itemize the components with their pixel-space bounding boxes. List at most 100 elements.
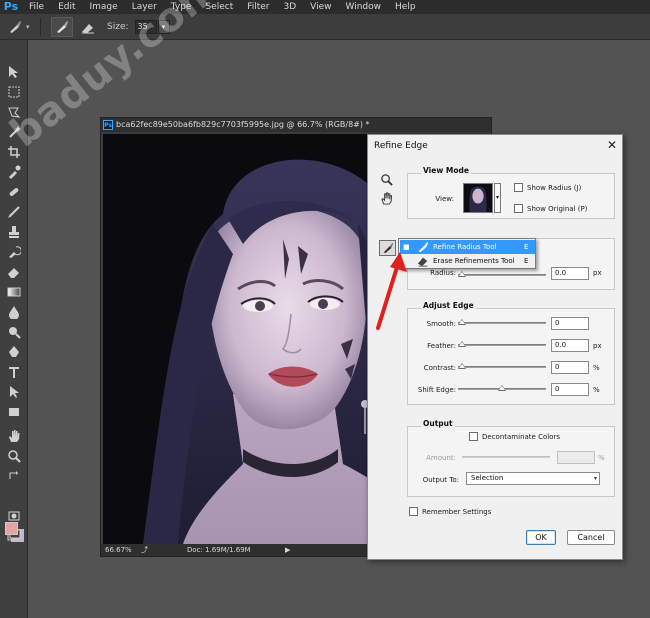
decontaminate-colors-checkbox[interactable] (469, 432, 478, 441)
flyout-item-erase-refinements[interactable]: Erase Refinements Tool E (400, 254, 535, 268)
cancel-button[interactable]: Cancel (567, 530, 615, 545)
blur-icon[interactable] (5, 304, 23, 320)
ps-file-icon: Ps (103, 120, 113, 130)
contrast-slider-thumb[interactable] (458, 363, 466, 369)
amount-slider-track (462, 456, 550, 458)
type-icon[interactable] (5, 364, 23, 380)
amount-input (557, 451, 595, 464)
zoom-icon[interactable] (5, 448, 23, 464)
history-brush-icon[interactable] (5, 244, 23, 260)
menu-window[interactable]: Window (339, 0, 389, 14)
menu-edit[interactable]: Edit (51, 0, 82, 14)
brush-icon[interactable] (5, 204, 23, 220)
menu-image[interactable]: Image (83, 0, 125, 14)
size-dropdown-icon[interactable]: ▾ (157, 19, 170, 34)
menu-help[interactable]: Help (388, 0, 423, 14)
size-label: Size: (107, 21, 129, 32)
document-tab[interactable]: Ps bca62fec89e50ba6fb829c7703f5995e.jpg … (101, 118, 491, 132)
tool-preset-caret-icon[interactable]: ▾ (26, 23, 34, 31)
shift-edge-slider-thumb[interactable] (498, 385, 506, 391)
radius-input[interactable]: 0.0 (551, 267, 589, 280)
flyout-item-shortcut: E (524, 243, 529, 251)
magic-wand-icon[interactable] (5, 124, 23, 140)
menu-view[interactable]: View (303, 0, 338, 14)
healing-brush-icon[interactable] (5, 184, 23, 200)
view-label: View: (435, 195, 454, 203)
close-icon[interactable]: ✕ (604, 137, 620, 153)
ok-button[interactable]: OK (526, 530, 556, 545)
lasso-icon[interactable] (5, 104, 23, 120)
hand-tool-icon[interactable] (379, 191, 393, 205)
options-bar: ▾ Size: 35 ▾ (0, 14, 650, 40)
path-selection-icon[interactable] (5, 384, 23, 400)
red-annotation-arrow-icon (376, 252, 407, 330)
view-dropdown-arrow-icon[interactable]: ▾ (494, 183, 501, 213)
refine-brush-icon[interactable] (51, 16, 73, 37)
shift-edge-label: Shift Edge: (417, 386, 456, 394)
doc-size: Doc: 1.69M/1.69M (187, 546, 251, 554)
separator (40, 17, 41, 36)
radius-slider-thumb[interactable] (458, 271, 466, 277)
contrast-input[interactable]: 0 (551, 361, 589, 374)
tools-panel (0, 40, 28, 618)
refine-edge-dialog: Refine Edge ✕ View Mode View: ▾ Show Rad… (367, 134, 623, 560)
zoom-level[interactable]: 66.67% (105, 544, 132, 556)
status-menu-arrow-icon[interactable]: ▶ (285, 544, 290, 556)
eyedropper-icon[interactable] (5, 164, 23, 180)
smooth-slider-thumb[interactable] (458, 319, 466, 325)
swap-colors-icon[interactable] (5, 468, 23, 484)
remember-settings-checkbox[interactable] (409, 507, 418, 516)
contrast-slider-track[interactable] (458, 366, 546, 368)
move-icon[interactable] (5, 64, 23, 80)
amount-label: Amount: (426, 454, 456, 462)
flyout-item-label: Erase Refinements Tool (433, 257, 515, 265)
refine-radius-brush-icon (418, 241, 429, 253)
photoshop-window: Ps File Edit Image Layer Type Select Fil… (0, 0, 650, 618)
export-icon[interactable]: ⤴ (141, 544, 148, 556)
feather-unit: px (593, 342, 602, 350)
feather-label: Feather: (427, 342, 456, 350)
marquee-icon[interactable] (5, 84, 23, 100)
show-original-checkbox[interactable] (514, 204, 523, 213)
feather-slider-thumb[interactable] (458, 341, 466, 347)
size-input[interactable]: 35 (134, 19, 157, 34)
hand-icon[interactable] (5, 428, 23, 444)
output-to-select[interactable]: Selection ▾ (466, 472, 600, 485)
menu-type[interactable]: Type (164, 0, 199, 14)
gradient-icon[interactable] (5, 284, 23, 300)
eraser-icon[interactable] (5, 264, 23, 280)
output-to-value: Selection (471, 474, 504, 482)
shift-edge-unit: % (593, 386, 600, 394)
menu-filter[interactable]: Filter (240, 0, 276, 14)
shift-edge-input[interactable]: 0 (551, 383, 589, 396)
document-title: bca62fec89e50ba6fb829c7703f5995e.jpg @ 6… (116, 120, 370, 129)
crop-icon[interactable] (5, 144, 23, 160)
dodge-icon[interactable] (5, 324, 23, 340)
feather-slider-track[interactable] (458, 344, 546, 346)
tool-preset-icon[interactable] (4, 17, 26, 37)
erase-refine-icon[interactable] (77, 17, 99, 37)
foreground-color-swatch[interactable] (5, 522, 18, 535)
menu-file[interactable]: File (22, 0, 51, 14)
rectangle-icon[interactable] (5, 404, 23, 420)
feather-input[interactable]: 0.0 (551, 339, 589, 352)
smooth-label: Smooth: (426, 320, 456, 328)
pen-icon[interactable] (5, 344, 23, 360)
view-thumbnail[interactable] (463, 183, 493, 213)
clone-stamp-icon[interactable] (5, 224, 23, 240)
zoom-tool-icon[interactable] (379, 172, 393, 186)
show-radius-checkbox[interactable] (514, 183, 523, 192)
menu-select[interactable]: Select (198, 0, 240, 14)
refine-tool-flyout: ■ Refine Radius Tool E Erase Refinements… (398, 238, 536, 269)
flyout-item-refine-radius[interactable]: ■ Refine Radius Tool E (400, 240, 535, 254)
output-title: Output (421, 419, 455, 428)
remember-settings-label: Remember Settings (422, 508, 492, 516)
radius-slider-track[interactable] (458, 274, 546, 276)
decontaminate-colors-label: Decontaminate Colors (482, 433, 560, 441)
smooth-input[interactable]: 0 (551, 317, 589, 330)
output-to-label: Output To: (422, 476, 459, 484)
smooth-slider-track[interactable] (458, 322, 546, 324)
menu-layer[interactable]: Layer (125, 0, 164, 14)
photoshop-logo: Ps (3, 0, 19, 13)
menu-3d[interactable]: 3D (277, 0, 304, 14)
